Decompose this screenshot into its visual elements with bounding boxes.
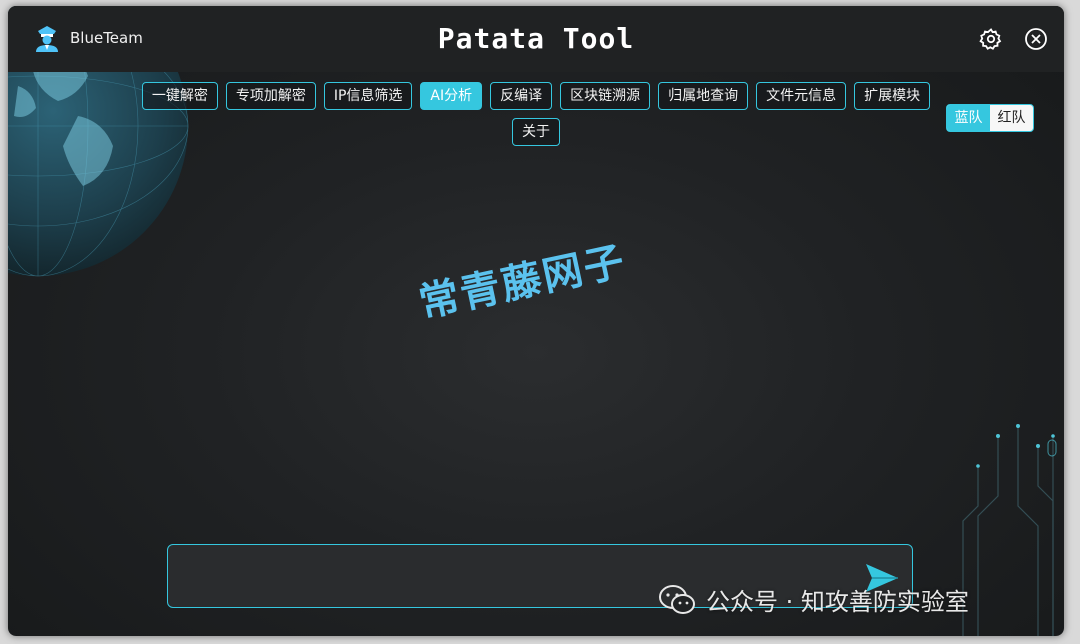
app-window: BlueTeam Patata Tool 一键解密 专项加解密 IP信息筛选 A… bbox=[8, 6, 1064, 636]
tab-about[interactable]: 关于 bbox=[512, 118, 560, 146]
brand: BlueTeam bbox=[34, 24, 143, 52]
close-button[interactable] bbox=[1023, 26, 1049, 52]
team-name: BlueTeam bbox=[70, 29, 143, 47]
app-title: Patata Tool bbox=[437, 22, 635, 55]
tab-blockchain-trace[interactable]: 区块链溯源 bbox=[560, 82, 651, 110]
overlay-watermark: 常青藤网子 bbox=[415, 238, 631, 327]
footer-watermark: 公众号 · 知攻善防实验室 bbox=[658, 582, 969, 617]
title-bar: BlueTeam Patata Tool bbox=[8, 6, 1064, 72]
tab-special-crypto[interactable]: 专项加解密 bbox=[225, 82, 316, 110]
team-toggle: 蓝队 红队 bbox=[946, 104, 1034, 132]
red-team-button[interactable]: 红队 bbox=[990, 105, 1033, 131]
tab-ai-analysis[interactable]: AI分析 bbox=[420, 82, 483, 110]
tab-decompile[interactable]: 反编译 bbox=[490, 82, 553, 110]
tab-extensions[interactable]: 扩展模块 bbox=[854, 82, 931, 110]
police-officer-icon bbox=[36, 26, 58, 52]
tab-one-click-decrypt[interactable]: 一键解密 bbox=[141, 82, 218, 110]
function-tabs: 一键解密 专项加解密 IP信息筛选 AI分析 反编译 区块链溯源 归属地查询 文… bbox=[136, 82, 936, 146]
footer-watermark-text: 公众号 · 知攻善防实验室 bbox=[706, 588, 969, 616]
tab-ip-filter[interactable]: IP信息筛选 bbox=[323, 82, 413, 110]
gear-icon bbox=[979, 28, 1002, 50]
settings-button[interactable] bbox=[978, 26, 1004, 52]
close-circle-icon bbox=[1025, 28, 1047, 50]
blue-team-button[interactable]: 蓝队 bbox=[947, 105, 990, 131]
tab-file-metadata[interactable]: 文件元信息 bbox=[756, 82, 847, 110]
tab-location-lookup[interactable]: 归属地查询 bbox=[658, 82, 749, 110]
wechat-icon bbox=[659, 584, 695, 614]
